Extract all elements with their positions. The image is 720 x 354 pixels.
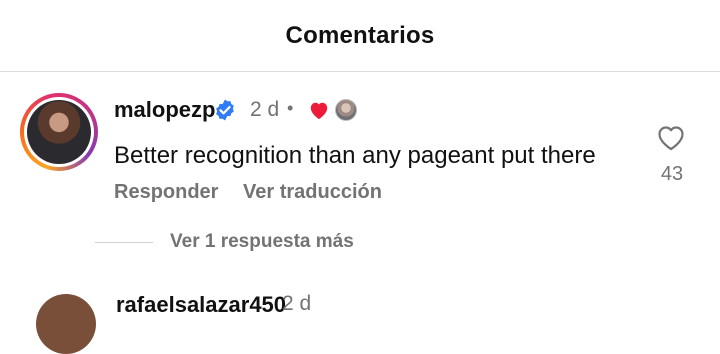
avatar-story-ring[interactable] (20, 93, 98, 171)
heart-red-icon (310, 102, 328, 120)
next-comment-avatar[interactable] (36, 294, 96, 354)
comments-header: Comentarios (0, 0, 720, 72)
page-title: Comentarios (285, 21, 435, 49)
like-count: 43 (660, 163, 684, 185)
reply-button[interactable]: Responder (114, 181, 218, 204)
comment-text: Better recognition than any pageant put … (114, 142, 596, 169)
view-replies-button[interactable]: Ver 1 respuesta más (170, 231, 354, 253)
liker-avatar (335, 99, 357, 121)
comment-timestamp: 2 d (250, 98, 280, 121)
replies-divider (95, 242, 153, 243)
heart-outline-icon[interactable] (656, 124, 686, 152)
next-comment-timestamp: 2 d (282, 292, 312, 315)
comment-username[interactable]: malopezp (114, 97, 215, 123)
verified-badge-icon (216, 99, 234, 121)
separator-dot: • (287, 98, 294, 118)
next-comment-username[interactable]: rafaelsalazar450 (116, 292, 286, 318)
avatar (27, 100, 91, 164)
see-translation-button[interactable]: Ver traducción (243, 181, 382, 204)
